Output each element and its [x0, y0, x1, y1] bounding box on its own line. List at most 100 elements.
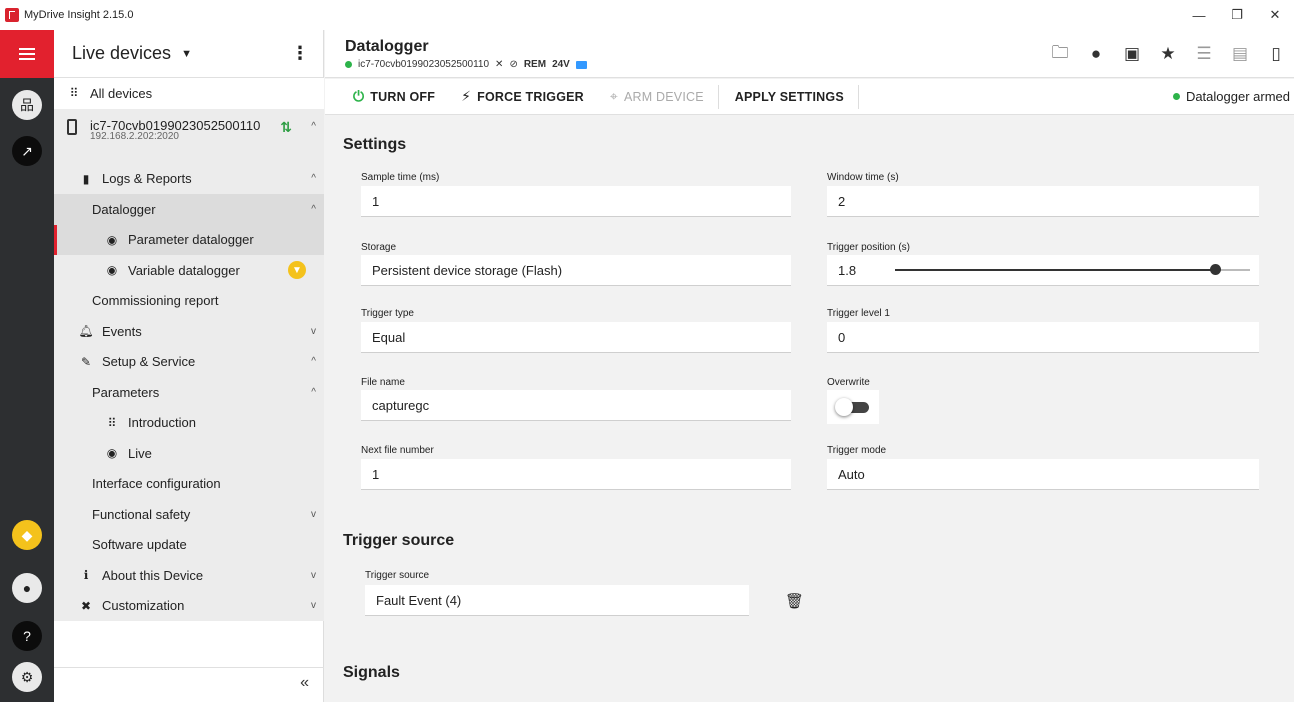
- settings-heading: Settings: [343, 136, 407, 153]
- chevron-up-icon[interactable]: ^: [311, 121, 316, 132]
- sidebar-item-about[interactable]: ℹ About this Device v: [54, 560, 324, 591]
- trigger-source-label: Trigger source: [365, 570, 430, 581]
- sidebar-item-label: Software update: [92, 537, 187, 553]
- device-status-line: ic7-70cvb0199023052500110 ✕ ⊘ REM 24V: [345, 59, 587, 70]
- sidebar-item-label: Logs & Reports: [102, 171, 192, 187]
- trigger-level-label: Trigger level 1: [827, 308, 890, 319]
- storage-select[interactable]: Persistent device storage (Flash): [361, 255, 791, 286]
- file-name-input[interactable]: capturegc: [361, 390, 791, 421]
- sidebar-item-safety[interactable]: Functional safety v: [54, 499, 324, 530]
- arm-device-button[interactable]: ⌖ ARM DEVICE: [610, 88, 704, 105]
- kebab-menu-icon[interactable]: ⋮: [291, 44, 309, 62]
- toolbar-divider: [717, 84, 719, 109]
- sidebar-item-datalogger[interactable]: Datalogger ^: [54, 194, 324, 225]
- chevron-down-icon: v: [311, 600, 316, 612]
- status-dot-icon: [1172, 93, 1180, 100]
- overwrite-label: Overwrite: [827, 377, 870, 388]
- folder-icon[interactable]: 🗀: [1042, 40, 1078, 68]
- sidebar-item-events[interactable]: 🔔︎ Events v: [54, 316, 324, 347]
- save-icon[interactable]: ▣: [1114, 40, 1150, 68]
- eye-icon: ◉: [106, 232, 118, 247]
- document-icon[interactable]: ▯: [1258, 40, 1294, 68]
- window-time-input[interactable]: 2: [827, 186, 1259, 217]
- live-devices-dropdown[interactable]: Live devices: [72, 43, 171, 64]
- disconnect-icon[interactable]: ✕: [495, 59, 503, 70]
- toolbar-divider: [857, 84, 859, 109]
- turn-off-button[interactable]: ⏻ TURN OFF: [353, 88, 435, 105]
- chat-icon[interactable]: [575, 60, 587, 69]
- network-icon: 品: [20, 97, 34, 113]
- minimize-button[interactable]: —: [1180, 0, 1218, 30]
- info-icon: ℹ: [83, 568, 89, 583]
- sidebar-item-label: Customization: [102, 598, 185, 614]
- trend-button[interactable]: ↗: [12, 136, 42, 166]
- trigger-position-slider-handle[interactable]: [1210, 264, 1221, 275]
- sidebar-item-setup[interactable]: ✎ Setup & Service ^: [54, 346, 324, 377]
- maximize-button[interactable]: ❐: [1218, 0, 1256, 30]
- sidebar-item-interface[interactable]: Interface configuration: [54, 468, 324, 499]
- sidebar-item-parameter-datalogger[interactable]: ◉ Parameter datalogger: [54, 224, 324, 255]
- help-button[interactable]: ?: [12, 621, 42, 651]
- online-status-icon: [345, 61, 352, 68]
- sidebar-item-label: About this Device: [102, 567, 204, 583]
- chevron-up-icon: ^: [311, 386, 316, 398]
- trigger-source-heading: Trigger source: [343, 532, 455, 549]
- apply-settings-label: APPLY SETTINGS: [734, 89, 844, 104]
- sidebar-item-label: Functional safety: [92, 506, 191, 522]
- collapse-sidebar-icon[interactable]: «: [300, 674, 309, 692]
- star-icon[interactable]: ★: [1150, 40, 1186, 68]
- trigger-level-input[interactable]: 0: [827, 322, 1259, 353]
- trigger-mode-label: Trigger mode: [827, 445, 887, 456]
- main-header: Datalogger ic7-70cvb0199023052500110 ✕ ⊘…: [325, 30, 1294, 78]
- person-icon[interactable]: ●: [1078, 40, 1114, 68]
- trigger-source-select[interactable]: Fault Event (4): [365, 585, 749, 616]
- close-button[interactable]: ✕: [1256, 0, 1294, 30]
- toggle-knob: [835, 398, 853, 416]
- sidebar-item-logs[interactable]: ▮ Logs & Reports ^: [54, 163, 324, 194]
- sliders-icon[interactable]: ☰: [1186, 40, 1222, 68]
- sidebar-item-label: Commissioning report: [92, 293, 219, 309]
- notes-icon[interactable]: ▤: [1222, 40, 1258, 68]
- sidebar-item-software[interactable]: Software update: [54, 529, 324, 560]
- premium-button[interactable]: ◆: [12, 520, 42, 550]
- diamond-icon: ◆: [21, 526, 33, 543]
- arm-device-label: ARM DEVICE: [623, 89, 704, 104]
- trigger-position-label: Trigger position (s): [827, 242, 910, 253]
- all-devices-label: All devices: [90, 85, 153, 101]
- trigger-mode-select[interactable]: Auto: [827, 459, 1259, 490]
- overwrite-toggle[interactable]: [827, 390, 879, 424]
- tools-icon: ✖: [80, 598, 92, 613]
- user-button[interactable]: ●: [12, 573, 42, 603]
- next-file-input[interactable]: 1: [361, 459, 791, 490]
- sidebar-item-variable-datalogger[interactable]: ◉ Variable datalogger ▼: [54, 255, 324, 286]
- sidebar-item-parameters[interactable]: Parameters ^: [54, 377, 324, 408]
- force-trigger-button[interactable]: ⚡︎ FORCE TRIGGER: [461, 88, 584, 105]
- grid-icon: ⠿: [107, 415, 117, 430]
- device-ip: 192.168.2.202:2020: [90, 130, 179, 142]
- sample-time-input[interactable]: 1: [361, 186, 791, 217]
- device-item[interactable]: ic7-70cvb0199023052500110 192.168.2.202:…: [54, 108, 324, 164]
- trend-icon: ↗: [21, 142, 33, 159]
- settings-button[interactable]: ⚙: [12, 662, 42, 692]
- sidebar-item-commissioning[interactable]: Commissioning report: [54, 285, 324, 316]
- chevron-down-icon: v: [311, 508, 316, 520]
- icon-rail: 品 ↗ ◆ ● ? ⚙: [0, 30, 54, 702]
- sidebar-item-label: Live: [128, 445, 152, 461]
- menu-button[interactable]: [0, 30, 54, 78]
- caret-down-icon[interactable]: ▼: [181, 48, 192, 60]
- sidebar-item-label: Setup & Service: [102, 354, 196, 370]
- chevron-up-icon: ^: [311, 203, 316, 215]
- crosshair-icon: ⌖: [609, 88, 618, 104]
- apply-settings-button[interactable]: APPLY SETTINGS: [735, 90, 844, 104]
- sidebar-item-customization[interactable]: ✖ Customization v: [54, 590, 324, 621]
- sidebar-item-introduction[interactable]: ⠿ Introduction: [54, 407, 324, 438]
- sidebar-item-live[interactable]: ◉ Live: [54, 438, 324, 469]
- trigger-position-value[interactable]: 1.8: [838, 263, 856, 278]
- sidebar-item-label: Datalogger: [92, 201, 156, 217]
- sidebar-item-label: Variable datalogger: [128, 262, 240, 278]
- all-devices-item[interactable]: ⠿ All devices: [54, 78, 324, 109]
- no-signal-icon: ⊘: [509, 59, 518, 70]
- trash-icon[interactable]: 🗑︎: [785, 592, 804, 610]
- network-devices-button[interactable]: 品: [12, 90, 42, 120]
- trigger-type-select[interactable]: Equal: [361, 322, 791, 353]
